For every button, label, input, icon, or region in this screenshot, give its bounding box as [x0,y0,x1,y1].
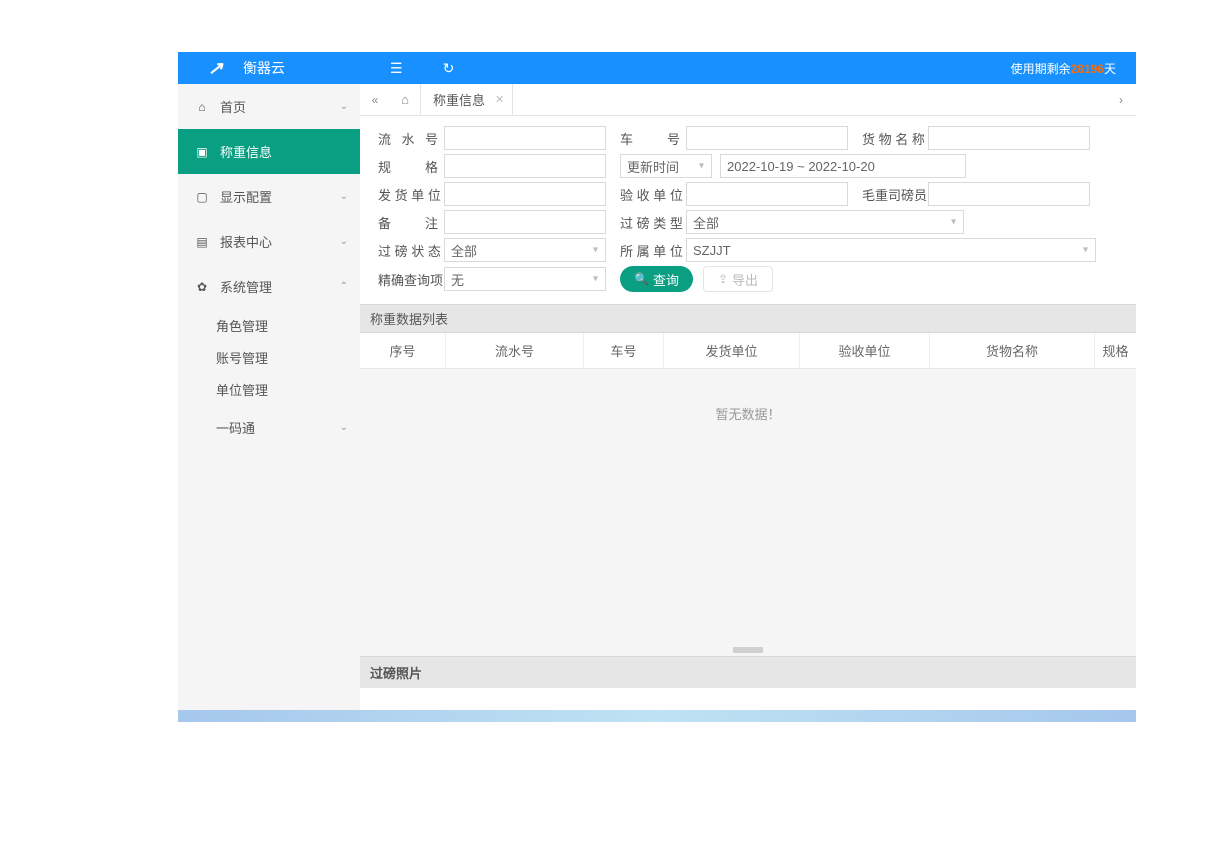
footer-decoration [178,710,1136,722]
th-spec: 规格 [1095,333,1136,368]
export-button[interactable]: ⇪ 导出 [703,266,773,292]
chevron-up-icon: ⌃ [340,281,348,292]
time-type-select[interactable] [620,154,712,178]
home-icon: ⌂ [194,100,210,114]
chevron-down-icon: ⌄ [340,422,348,433]
photo-body [360,688,1136,710]
filter-label-grossop: 毛重司磅员 [862,185,928,204]
sidebar-item-label: 显示配置 [220,187,340,206]
remark-input[interactable] [444,210,606,234]
sidebar-item-weighing[interactable]: ▣ 称重信息 [178,129,360,174]
table-title: 称重数据列表 [360,304,1136,333]
chevron-down-icon: ⌄ [340,191,348,202]
table-body: 暂无数据！ [360,369,1136,656]
filter-label-remark: 备 注 [378,213,444,232]
filter-label-owner: 所 属 单 位 [620,241,686,260]
th-receiver: 验收单位 [800,333,930,368]
export-icon: ⇪ [718,272,728,286]
photo-title: 过磅照片 [360,657,1136,688]
filter-label-car: 车 号 [620,129,686,148]
owner-select[interactable] [686,238,1096,262]
serial-input[interactable] [444,126,606,150]
th-index: 序号 [360,333,446,368]
tab-prev-icon[interactable]: « [360,93,390,107]
precise-select[interactable] [444,267,606,291]
empty-text: 暂无数据！ [360,404,1136,423]
date-range-input[interactable] [720,154,966,178]
filter-label-weighstatus: 过 磅 状 态 [378,241,444,260]
sidebar: ⌂ 首页 ⌄ ▣ 称重信息 ▢ 显示配置 ⌄ ▤ 报表中心 ⌄ ✿ 系统管理 ⌃ [178,84,360,710]
gear-icon: ✿ [194,280,210,294]
sidebar-item-label: 报表中心 [220,232,340,251]
goods-input[interactable] [928,126,1090,150]
th-goods: 货物名称 [930,333,1095,368]
search-icon: 🔍 [634,272,649,286]
top-bar: ↗ 衡器云 ☰ ↻ 使用期剩余28196天 [178,52,1136,84]
shipper-input[interactable] [444,182,606,206]
tab-next-icon[interactable]: › [1106,93,1136,107]
th-serial: 流水号 [446,333,584,368]
sidebar-item-display[interactable]: ▢ 显示配置 ⌄ [178,174,360,219]
car-input[interactable] [686,126,848,150]
search-button[interactable]: 🔍 查询 [620,266,693,292]
grossop-input[interactable] [928,182,1090,206]
sidebar-sub-role[interactable]: 角色管理 [178,309,360,341]
sidebar-item-report[interactable]: ▤ 报表中心 ⌄ [178,219,360,264]
weighing-icon: ▣ [194,145,210,159]
refresh-icon[interactable]: ↻ [443,60,455,77]
filter-label-receiver: 验 收 单 位 [620,185,686,204]
sidebar-item-label: 一码通 [216,418,340,437]
logo-area: ↗ 衡器云 [178,58,360,78]
th-car: 车号 [584,333,664,368]
filter-label-weightype: 过 磅 类 型 [620,213,686,232]
filter-label-spec: 规 格 [378,157,444,176]
filter-label-goods: 货 物 名 称 [862,129,928,148]
app-name: 衡器云 [243,58,285,78]
weighstatus-select[interactable] [444,238,606,262]
weightype-select[interactable] [686,210,964,234]
chevron-down-icon: ⌄ [340,101,348,112]
tab-weighing[interactable]: 称重信息 ✕ [420,84,513,116]
expiry-info: 使用期剩余28196天 [1011,60,1136,77]
spec-input[interactable] [444,154,606,178]
filter-label-serial: 流 水 号 [378,129,444,148]
sidebar-sub-account[interactable]: 账号管理 [178,341,360,373]
close-icon[interactable]: ✕ [495,93,504,106]
photo-section: 过磅照片 [360,656,1136,688]
th-shipper: 发货单位 [664,333,800,368]
menu-toggle-icon[interactable]: ☰ [390,60,403,77]
display-icon: ▢ [194,190,210,204]
sidebar-item-label: 首页 [220,97,340,116]
tab-bar: « ⌂ 称重信息 ✕ › [360,84,1136,116]
sidebar-item-label: 称重信息 [220,142,348,161]
filter-label-shipper: 发 货 单 位 [378,185,444,204]
sidebar-item-home[interactable]: ⌂ 首页 ⌄ [178,84,360,129]
chevron-down-icon: ⌄ [340,236,348,247]
sidebar-sub-unit[interactable]: 单位管理 [178,373,360,405]
main-content: « ⌂ 称重信息 ✕ › 流 水 号 车 号 [360,84,1136,710]
sidebar-item-onecode[interactable]: 一码通 ⌄ [178,405,360,450]
filter-form: 流 水 号 车 号 货 物 名 称 规 格 [360,116,1136,304]
table-header: 序号 流水号 车号 发货单位 验收单位 货物名称 规格 [360,333,1136,369]
filter-label-precise: 精确查询项 [378,270,444,289]
tab-label: 称重信息 [433,90,485,109]
sidebar-item-system[interactable]: ✿ 系统管理 ⌃ [178,264,360,309]
sidebar-item-label: 系统管理 [220,277,340,296]
report-icon: ▤ [194,235,210,249]
tab-home-icon[interactable]: ⌂ [390,92,420,107]
receiver-input[interactable] [686,182,848,206]
app-logo-icon: ↗ [208,58,228,78]
resize-handle[interactable] [733,647,763,653]
